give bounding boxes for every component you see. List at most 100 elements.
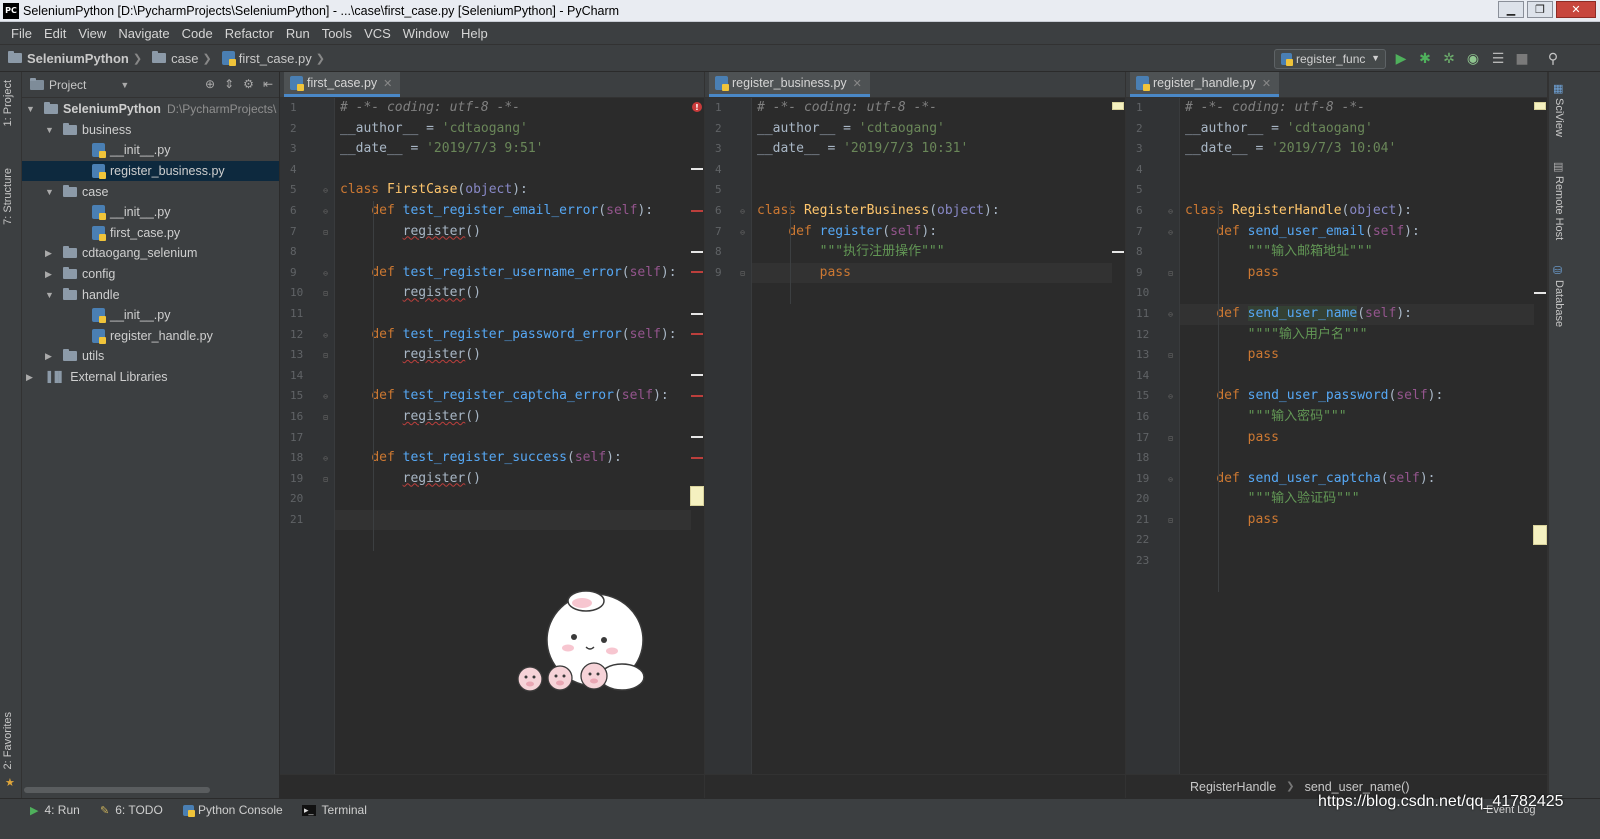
breadcrumb-case[interactable]: case ❯ — [152, 51, 218, 66]
warning-mark[interactable] — [691, 436, 703, 439]
error-stripe[interactable] — [1533, 98, 1547, 774]
error-stripe[interactable] — [1111, 98, 1125, 774]
fold-icon[interactable]: ⊖ — [323, 387, 328, 408]
menu-item-view[interactable]: View — [72, 26, 112, 41]
collapse-all-icon[interactable]: ⇕ — [224, 77, 234, 91]
close-icon[interactable]: ✕ — [383, 77, 392, 90]
tree-item-init-py[interactable]: __init__.py — [22, 140, 279, 161]
chevron-down-icon[interactable]: ▼ — [45, 187, 57, 197]
fold-icon[interactable]: ⊖ — [323, 264, 328, 285]
tree-item-first-case-py[interactable]: first_case.py — [22, 223, 279, 244]
menu-item-tools[interactable]: Tools — [316, 26, 358, 41]
menu-item-file[interactable]: File — [5, 26, 38, 41]
tab-first-case[interactable]: first_case.py ✕ — [284, 72, 401, 97]
code-area[interactable]: # -*- coding: utf-8 -*- __author__ = 'cdt… — [1180, 98, 1534, 774]
search-icon[interactable]: ⚲ — [1545, 51, 1561, 67]
menu-item-edit[interactable]: Edit — [38, 26, 72, 41]
fold-icon[interactable]: ⊖ — [740, 202, 745, 223]
tab-register-business[interactable]: register_business.py ✕ — [709, 72, 870, 97]
tool-tab-structure[interactable]: 7: Structure — [2, 168, 14, 225]
fold-icon[interactable]: ⊟ — [1168, 511, 1173, 532]
fold-icon[interactable]: ⊟ — [323, 284, 328, 305]
warning-mark[interactable] — [691, 250, 703, 253]
warning-mark[interactable] — [691, 312, 703, 315]
horizontal-scrollbar[interactable] — [24, 787, 210, 793]
tree-item-seleniumpython[interactable]: ▼ SeleniumPython D:\PycharmProjects\ — [22, 99, 279, 120]
fold-icon[interactable]: ⊖ — [323, 202, 328, 223]
fold-icon[interactable]: ⊖ — [323, 181, 328, 202]
warning-mark[interactable] — [1112, 250, 1124, 253]
tree-item-cdtaogang-selenium[interactable]: ▶ cdtaogang_selenium — [22, 243, 279, 264]
fold-icon[interactable]: ⊖ — [1168, 202, 1173, 223]
run-icon[interactable]: ▶ — [1393, 51, 1409, 67]
close-icon[interactable]: ✕ — [853, 77, 862, 90]
menu-item-help[interactable]: Help — [455, 26, 494, 41]
close-icon[interactable]: ✕ — [1556, 1, 1596, 18]
fold-icon[interactable]: ⊟ — [1168, 429, 1173, 450]
chevron-right-icon[interactable]: ▶ — [45, 269, 57, 280]
fold-icon[interactable]: ⊖ — [323, 449, 328, 470]
fold-icon[interactable]: ⊖ — [740, 223, 745, 244]
fold-icon[interactable]: ⊟ — [323, 470, 328, 491]
line-gutter[interactable]: 1 2 3 4 5 ⊖ 6 ⊖ 7 ⊟ 8 9 ⊖ 10 ⊟ 11 12 ⊖ 13 ⊟ 14 15 ⊖ 16 ⊟ 17 18 ⊖ 19 ⊟… — [280, 98, 335, 774]
breadcrumb-method[interactable]: send_user_name() — [1305, 780, 1410, 794]
fold-icon[interactable]: ⊟ — [323, 223, 328, 244]
menu-item-refactor[interactable]: Refactor — [219, 26, 280, 41]
tool-tab-sciview[interactable]: SciView — [1553, 98, 1565, 137]
warning-mark[interactable] — [691, 168, 703, 171]
chevron-down-icon[interactable]: ▼ — [45, 290, 57, 300]
profile-icon[interactable]: ◉ — [1465, 51, 1481, 67]
tool-tab-project[interactable]: 1: Project — [2, 80, 14, 126]
maximize-icon[interactable]: ❐ — [1527, 1, 1553, 18]
locate-icon[interactable]: ⊕ — [205, 77, 215, 91]
tool-tab-python-console[interactable]: Python Console — [183, 803, 283, 817]
run-configuration-select[interactable]: register_func ▼ — [1274, 49, 1386, 69]
error-indicator-icon[interactable]: ! — [692, 102, 702, 112]
chevron-down-icon[interactable]: ▼ — [45, 125, 57, 135]
tool-tab-favorites[interactable]: 2: Favorites — [2, 712, 14, 769]
analysis-status-icon[interactable] — [1112, 102, 1124, 110]
warning-mark[interactable] — [1534, 292, 1546, 294]
stop-icon[interactable]: ■ — [1514, 51, 1530, 67]
fold-icon[interactable]: ⊟ — [1168, 264, 1173, 285]
concurrency-icon[interactable]: ☰ — [1490, 51, 1506, 67]
fold-icon[interactable]: ⊖ — [1168, 470, 1173, 491]
chevron-right-icon[interactable]: ▶ — [26, 372, 38, 383]
fold-icon[interactable]: ⊖ — [1168, 223, 1173, 244]
gear-icon[interactable]: ⚙ — [243, 77, 254, 91]
project-view-select[interactable]: Project — [49, 78, 86, 92]
breadcrumb-file[interactable]: first_case.py ❯ — [221, 51, 331, 66]
fold-icon[interactable]: ⊖ — [323, 326, 328, 347]
menu-item-code[interactable]: Code — [176, 26, 219, 41]
warning-mark[interactable] — [691, 374, 703, 377]
tree-item-handle[interactable]: ▼ handle — [22, 284, 279, 305]
line-gutter[interactable]: 1 2 3 4 5 6 ⊖ 7 ⊖ 8 9 ⊟ — [705, 98, 752, 774]
chevron-down-icon[interactable]: ▼ — [26, 104, 38, 114]
analysis-status-icon[interactable] — [1534, 102, 1546, 110]
tree-item-external-libraries[interactable]: ▶ ▐▐▌ External Libraries — [22, 367, 279, 388]
warning-mark[interactable] — [1533, 524, 1547, 545]
tool-tab-remote-host[interactable]: Remote Host — [1553, 176, 1565, 240]
fold-icon[interactable]: ⊖ — [1168, 305, 1173, 326]
breadcrumb-class[interactable]: RegisterHandle — [1190, 780, 1276, 794]
chevron-right-icon[interactable]: ▶ — [45, 248, 57, 259]
tree-item-init-py[interactable]: __init__.py — [22, 305, 279, 326]
tree-item-case[interactable]: ▼ case — [22, 181, 279, 202]
hide-icon[interactable]: ⇤ — [263, 77, 273, 91]
chevron-down-icon[interactable]: ▼ — [120, 80, 129, 90]
tab-register-handle[interactable]: register_handle.py ✕ — [1130, 72, 1280, 97]
line-gutter[interactable]: 1 2 3 4 5 6 ⊖ 7 ⊖ 8 9 ⊟ 10 11 ⊖ 12 13 ⊟ 14 15 ⊖ 16 17 ⊟ 18 19 ⊖ 20 2… — [1126, 98, 1180, 774]
fold-icon[interactable]: ⊟ — [323, 346, 328, 367]
warning-mark[interactable] — [690, 485, 704, 506]
menu-item-run[interactable]: Run — [280, 26, 316, 41]
tree-item-config[interactable]: ▶ config — [22, 264, 279, 285]
tool-tab-run[interactable]: ▶ 4: Run — [30, 803, 80, 817]
debug-icon[interactable]: ✱ — [1417, 51, 1433, 67]
menu-item-navigate[interactable]: Navigate — [112, 26, 175, 41]
error-mark[interactable] — [691, 333, 703, 336]
tree-item-register-handle-py[interactable]: register_handle.py — [22, 326, 279, 347]
error-mark[interactable] — [691, 271, 703, 274]
error-mark[interactable] — [691, 456, 703, 459]
run-coverage-icon[interactable]: ✲ — [1441, 51, 1457, 67]
code-area[interactable]: # -*- coding: utf-8 -*- __author__ = 'cdt… — [752, 98, 1112, 774]
